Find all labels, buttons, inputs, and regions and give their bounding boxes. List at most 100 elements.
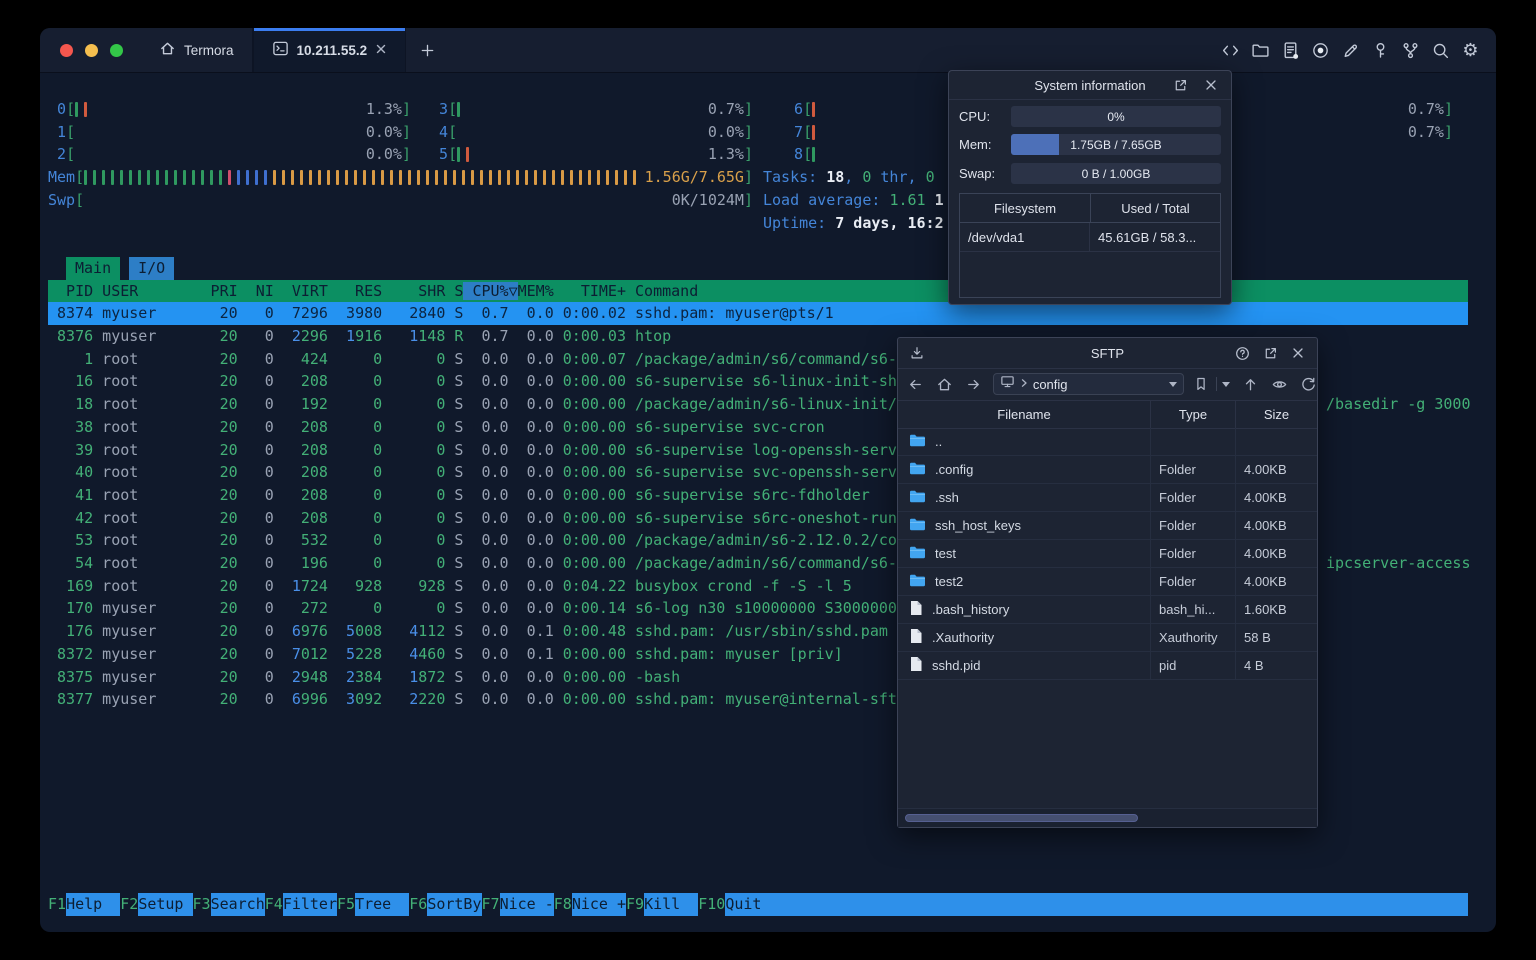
fkey-action-nice--[interactable]: Nice - bbox=[499, 892, 554, 916]
cpu-meter-row: CPU: 0% bbox=[959, 106, 1221, 127]
htop-tab-io[interactable]: I/O bbox=[129, 256, 175, 280]
file-row[interactable]: test2 Folder 4.00KB bbox=[898, 568, 1317, 596]
file-type: bash_hi... bbox=[1150, 596, 1235, 623]
file-name: test bbox=[935, 546, 956, 561]
app-window: Termora 10.211.55.2 ⚙ 0 [1.3%] 1 [0.0… bbox=[40, 28, 1496, 932]
column-header-filename[interactable]: Filename bbox=[898, 400, 1150, 428]
swap-meter-row: Swap: 0 B / 1.00GB bbox=[959, 163, 1221, 184]
pencil-icon[interactable] bbox=[1341, 41, 1360, 60]
close-window-button[interactable] bbox=[60, 43, 73, 57]
record-icon[interactable] bbox=[1311, 41, 1330, 60]
close-tab-icon[interactable] bbox=[375, 43, 387, 58]
file-name: .. bbox=[935, 434, 943, 449]
gear-icon[interactable]: ⚙ bbox=[1461, 41, 1480, 60]
cpu-label: CPU: bbox=[959, 109, 991, 124]
folder-icon[interactable] bbox=[1251, 41, 1270, 60]
file-size: 4.00KB bbox=[1235, 540, 1317, 567]
file-type: Folder bbox=[1150, 540, 1235, 567]
minimize-window-button[interactable] bbox=[85, 43, 98, 57]
folder-icon bbox=[909, 433, 926, 451]
column-header-size[interactable]: Size bbox=[1235, 400, 1317, 428]
file-row[interactable]: .Xauthority Xauthority 58 B bbox=[898, 624, 1317, 652]
sort-column-cpu[interactable]: CPU%▽ bbox=[463, 281, 518, 300]
fkey-action-filter[interactable]: Filter bbox=[282, 892, 337, 916]
search-icon[interactable] bbox=[1431, 41, 1450, 60]
table-row[interactable]: /dev/vda1 45.61GB / 58.3... bbox=[960, 223, 1220, 252]
file-list: .. .config Folder 4.00KB .ssh Folder 4.00KB ssh… bbox=[898, 428, 1317, 807]
back-icon[interactable] bbox=[907, 375, 925, 393]
file-row[interactable]: ssh_host_keys Folder 4.00KB bbox=[898, 512, 1317, 540]
bookmark-icon[interactable] bbox=[1192, 375, 1210, 393]
mem-meter-row: Mem: 1.75GB / 7.65GB bbox=[959, 134, 1221, 155]
process-row[interactable]: 8374 myuser 20 0 7296 3980 2840 S 0.7 0.… bbox=[48, 302, 1468, 326]
new-tab-button[interactable] bbox=[406, 28, 449, 72]
process-table-header[interactable]: PID USER PRI NI VIRT RES SHR S CPU%▽MEM%… bbox=[48, 279, 1468, 303]
folder-icon bbox=[909, 545, 926, 563]
command-tail-fragment: ipcserver-access bbox=[1326, 554, 1471, 572]
fkey-action-quit[interactable]: Quit bbox=[725, 892, 1468, 916]
fkey-action-tree[interactable]: Tree bbox=[355, 892, 410, 916]
file-type: Xauthority bbox=[1150, 624, 1235, 651]
file-row[interactable]: .ssh Folder 4.00KB bbox=[898, 484, 1317, 512]
bookmark-dropdown-icon[interactable] bbox=[1222, 381, 1231, 387]
file-size: 58 B bbox=[1235, 624, 1317, 651]
system-info-header: System information bbox=[949, 71, 1231, 100]
filesystem-table: Filesystem Used / Total /dev/vda1 45.61G… bbox=[959, 193, 1221, 298]
branch-icon[interactable] bbox=[1401, 41, 1420, 60]
cpu-progressbar: 0% bbox=[1011, 106, 1221, 127]
home-icon[interactable] bbox=[936, 375, 954, 393]
cpu-meter-5: 5[1.3%] bbox=[430, 145, 753, 164]
up-directory-icon[interactable] bbox=[1241, 375, 1259, 393]
fkey-action-nice-+[interactable]: Nice + bbox=[571, 892, 626, 916]
file-name: .ssh bbox=[935, 490, 959, 505]
key-icon[interactable] bbox=[1371, 41, 1390, 60]
popout-icon[interactable] bbox=[1262, 345, 1279, 362]
close-icon[interactable] bbox=[1289, 345, 1306, 362]
folder-icon bbox=[909, 517, 926, 535]
column-header-type[interactable]: Type bbox=[1150, 400, 1235, 428]
help-icon[interactable] bbox=[1234, 345, 1251, 362]
show-hidden-eye-icon[interactable] bbox=[1270, 375, 1288, 393]
fkey-action-help[interactable]: Help bbox=[66, 892, 121, 916]
file-row[interactable]: test Folder 4.00KB bbox=[898, 540, 1317, 568]
fkey-F4: F4 bbox=[264, 894, 283, 913]
path-breadcrumb[interactable]: config bbox=[992, 373, 1185, 395]
fkey-action-search[interactable]: Search bbox=[210, 892, 265, 916]
close-icon[interactable] bbox=[1202, 77, 1219, 94]
file-type: pid bbox=[1150, 652, 1235, 679]
maximize-window-button[interactable] bbox=[110, 43, 123, 57]
current-path: config bbox=[1032, 376, 1068, 392]
fkey-action-kill[interactable]: Kill bbox=[644, 892, 699, 916]
filesystem-table-header: Filesystem Used / Total bbox=[960, 194, 1220, 223]
swap-value: 0 B / 1.00GB bbox=[1081, 166, 1151, 181]
status-line: Tasks: 18, 0 thr, 0 bbox=[763, 168, 935, 187]
column-header[interactable]: Filesystem bbox=[960, 194, 1091, 222]
file-name: test2 bbox=[935, 574, 964, 589]
file-type: Folder bbox=[1150, 456, 1235, 483]
tab-ssh-session[interactable]: 10.211.55.2 bbox=[252, 28, 407, 72]
fkey-action-setup[interactable]: Setup bbox=[138, 892, 193, 916]
mem-meter: Mem[1.56G/7.65G] bbox=[48, 168, 753, 187]
cpu-meter-0: 0[1.3%] bbox=[48, 100, 411, 118]
column-header[interactable]: Used / Total bbox=[1091, 194, 1220, 222]
file-row[interactable]: .. bbox=[898, 428, 1317, 456]
file-row[interactable]: sshd.pid pid 4 B bbox=[898, 652, 1317, 680]
scrollbar-thumb[interactable] bbox=[905, 814, 1138, 822]
fkey-action-sortby[interactable]: SortBy bbox=[427, 892, 482, 916]
document-badge-icon[interactable] bbox=[1281, 41, 1300, 60]
code-icon[interactable] bbox=[1221, 41, 1240, 60]
panel-title: SFTP bbox=[1090, 345, 1125, 361]
folder-icon bbox=[909, 461, 926, 479]
refresh-icon[interactable] bbox=[1299, 375, 1317, 393]
htop-tab-main[interactable]: Main bbox=[66, 256, 121, 280]
sftp-toolbar: config bbox=[898, 368, 1317, 401]
file-size: 1.60KB bbox=[1235, 596, 1317, 623]
mem-fill bbox=[1011, 134, 1060, 155]
horizontal-scrollbar[interactable] bbox=[898, 808, 1317, 827]
file-row[interactable]: .config Folder 4.00KB bbox=[898, 456, 1317, 484]
file-row[interactable]: .bash_history bash_hi... 1.60KB bbox=[898, 596, 1317, 624]
chevron-down-icon[interactable] bbox=[1169, 381, 1178, 387]
forward-icon[interactable] bbox=[965, 375, 983, 393]
tab-termora-home[interactable]: Termora bbox=[141, 28, 253, 72]
popout-icon[interactable] bbox=[1172, 77, 1189, 94]
